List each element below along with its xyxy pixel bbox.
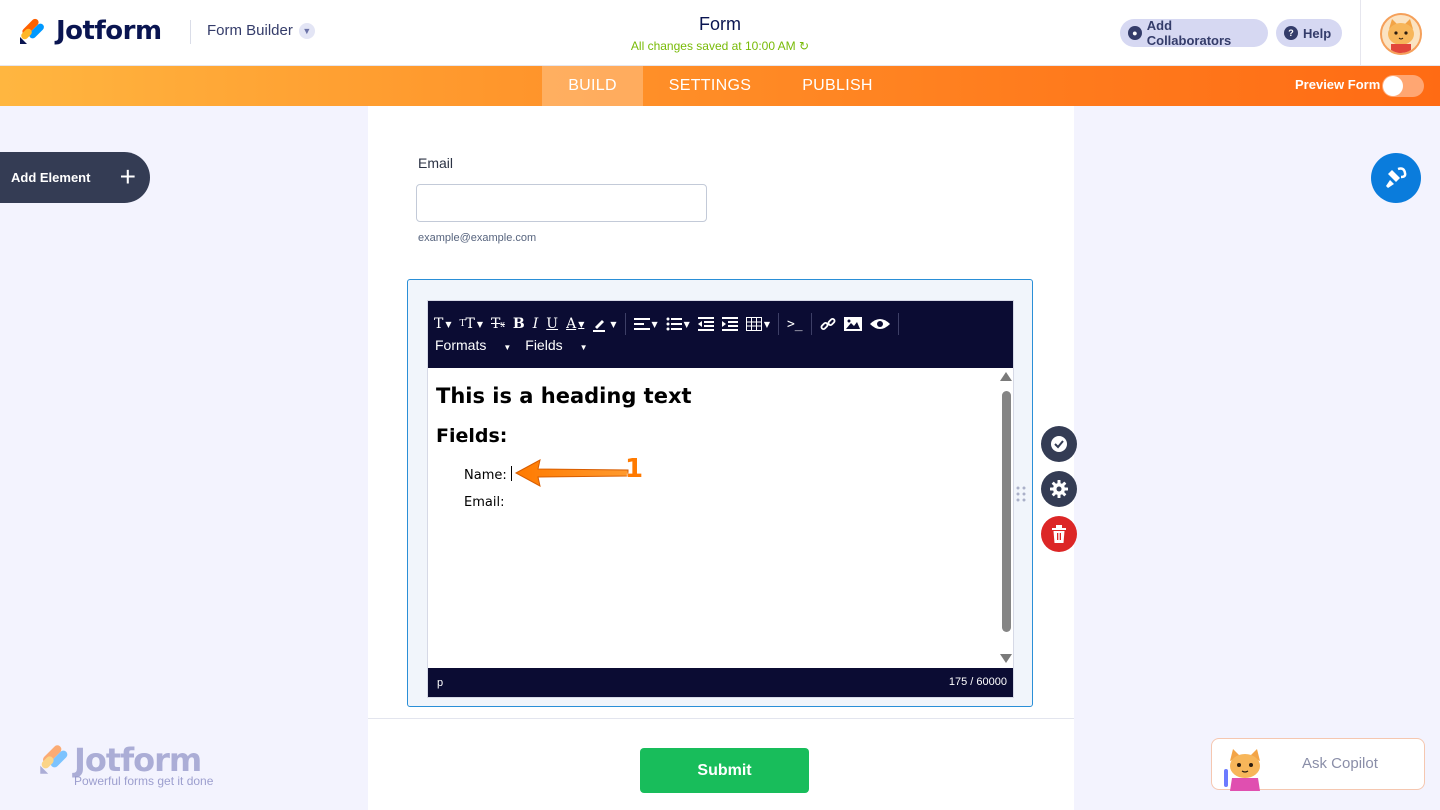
save-status: All changes saved at 10:00 AM ↻: [520, 39, 920, 53]
user-icon: ●: [1128, 26, 1142, 40]
font-family-icon[interactable]: T ▼: [434, 313, 452, 335]
add-element-button[interactable]: Add Element +: [0, 152, 150, 203]
toolbar-separator: [897, 313, 899, 335]
toolbar-separator: [624, 313, 626, 335]
outdent-icon[interactable]: [697, 313, 714, 335]
help-label: Help: [1303, 25, 1332, 41]
font-size-icon[interactable]: T T ▼: [460, 313, 484, 335]
email-line: Email:: [464, 495, 505, 510]
image-icon[interactable]: [843, 313, 862, 335]
preview-eye-icon[interactable]: [869, 313, 890, 335]
heading-text: This is a heading text: [436, 384, 692, 408]
ask-copilot-label: Ask Copilot: [1302, 755, 1378, 772]
preview-form-toggle[interactable]: [1382, 75, 1424, 97]
text-caret: [510, 466, 512, 481]
preview-form-label: Preview Form: [1295, 77, 1381, 92]
header-divider-right: [1360, 0, 1361, 66]
italic-icon[interactable]: I: [533, 313, 539, 335]
code-icon[interactable]: >_: [787, 313, 803, 335]
fields-menu-label: Fields: [525, 337, 563, 353]
element-path[interactable]: p: [437, 677, 443, 689]
rich-text-editor: T ▼ T T ▼ Tx B I U A ▼ ▼ ▼ ▼ ▼ >_ Format…: [427, 300, 1014, 698]
toolbar-row-2: Formats ▼ Fields ▼: [435, 337, 602, 353]
chevron-down-icon: ▼: [503, 343, 512, 352]
form-divider: [368, 718, 1074, 719]
editor-scrollbar[interactable]: [999, 368, 1013, 668]
bold-icon[interactable]: B: [513, 313, 525, 335]
brand-name: Jotform: [56, 16, 162, 46]
editor-statusbar: p 175 / 60000: [428, 668, 1013, 697]
check-circle-icon: [1051, 436, 1067, 452]
watermark-tagline: Powerful forms get it done: [74, 774, 214, 788]
add-element-label: Add Element: [11, 170, 91, 185]
chevron-down-icon: ▼: [579, 343, 588, 352]
tab-build[interactable]: BUILD: [542, 66, 643, 106]
refresh-icon: ↻: [799, 39, 810, 53]
paint-roller-icon: [1386, 167, 1407, 188]
name-line: Name:: [464, 466, 512, 483]
delete-element-button[interactable]: [1041, 516, 1077, 552]
scroll-thumb[interactable]: [1002, 391, 1011, 632]
jotform-logo[interactable]: Jotform: [18, 16, 162, 46]
bullet-list-icon[interactable]: ▼: [666, 313, 690, 335]
tab-publish[interactable]: PUBLISH: [790, 66, 885, 106]
toolbar-separator: [777, 313, 779, 335]
character-count: 175 / 60000: [948, 676, 1007, 688]
formats-menu[interactable]: Formats ▼: [435, 337, 511, 353]
plus-icon: +: [119, 161, 136, 192]
toggle-knob: [1383, 76, 1403, 96]
copilot-cat-icon: [1224, 749, 1260, 791]
name-line-text: Name:: [464, 468, 507, 483]
form-title-block: Form All changes saved at 10:00 AM ↻: [520, 14, 920, 53]
fields-menu[interactable]: Fields ▼: [525, 337, 587, 353]
submit-button[interactable]: Submit: [640, 748, 809, 793]
table-icon[interactable]: ▼: [745, 313, 770, 335]
avatar[interactable]: [1380, 13, 1422, 55]
underline-icon[interactable]: U: [546, 313, 558, 335]
subheading-text: Fields:: [436, 425, 508, 447]
jotform-watermark: Jotform Powerful forms get it done: [38, 741, 213, 788]
editor-toolbar: T ▼ T T ▼ Tx B I U A ▼ ▼ ▼ ▼ ▼ >_ Format…: [428, 301, 1013, 368]
indent-icon[interactable]: [721, 313, 738, 335]
builder-menu-label: Form Builder: [207, 22, 293, 39]
scroll-down-arrow-icon[interactable]: [1000, 654, 1012, 663]
cat-avatar-icon: [1388, 19, 1414, 53]
paragraph-element-selected[interactable]: T ▼ T T ▼ Tx B I U A ▼ ▼ ▼ ▼ ▼ >_ Format…: [407, 279, 1033, 707]
tab-settings[interactable]: SETTINGS: [655, 66, 765, 106]
form-designer-button[interactable]: [1371, 153, 1421, 203]
question-icon: ?: [1284, 26, 1298, 40]
highlight-icon[interactable]: ▼: [592, 313, 617, 335]
form-builder-menu[interactable]: Form Builder ▼: [207, 22, 315, 39]
save-status-text: All changes saved at 10:00 AM: [630, 39, 796, 53]
toolbar-separator: [810, 313, 812, 335]
jotform-logo-icon: [20, 18, 44, 44]
email-field-label: Email: [418, 155, 454, 171]
scroll-up-arrow-icon[interactable]: [1000, 372, 1012, 381]
editor-content-area[interactable]: This is a heading text Fields: Name: Ema…: [428, 368, 998, 668]
link-icon[interactable]: [820, 313, 836, 335]
jotform-watermark-logo-icon: [40, 745, 68, 774]
email-sublabel: example@example.com: [418, 232, 537, 244]
help-button[interactable]: ? Help: [1276, 19, 1342, 47]
chevron-down-icon: ▼: [298, 22, 315, 39]
text-color-icon[interactable]: A ▼: [566, 313, 584, 335]
top-header: Jotform Form Builder ▼ Form All changes …: [0, 0, 1440, 66]
add-collaborators-button[interactable]: ● Add Collaborators: [1120, 18, 1268, 48]
formats-menu-label: Formats: [435, 337, 487, 353]
clear-formatting-icon[interactable]: Tx: [491, 313, 505, 335]
gear-icon: [1050, 480, 1068, 498]
header-divider: [190, 20, 191, 44]
trash-icon: [1052, 525, 1066, 543]
drag-handle-icon[interactable]: [1016, 486, 1026, 502]
email-field[interactable]: [416, 184, 707, 222]
add-collaborators-label: Add Collaborators: [1146, 18, 1232, 48]
element-settings-button[interactable]: [1041, 471, 1077, 507]
form-title[interactable]: Form: [520, 14, 920, 35]
form-canvas: Email example@example.com T ▼ T T ▼ Tx B I …: [368, 106, 1074, 810]
ask-copilot-button[interactable]: Ask Copilot: [1211, 738, 1425, 791]
toolbar-row-1: T ▼ T T ▼ Tx B I U A ▼ ▼ ▼ ▼ ▼ >_: [434, 313, 907, 335]
done-editing-button[interactable]: [1041, 426, 1077, 462]
builder-nav-bar: BUILD SETTINGS PUBLISH Preview Form: [0, 66, 1440, 106]
align-icon[interactable]: ▼: [633, 313, 658, 335]
